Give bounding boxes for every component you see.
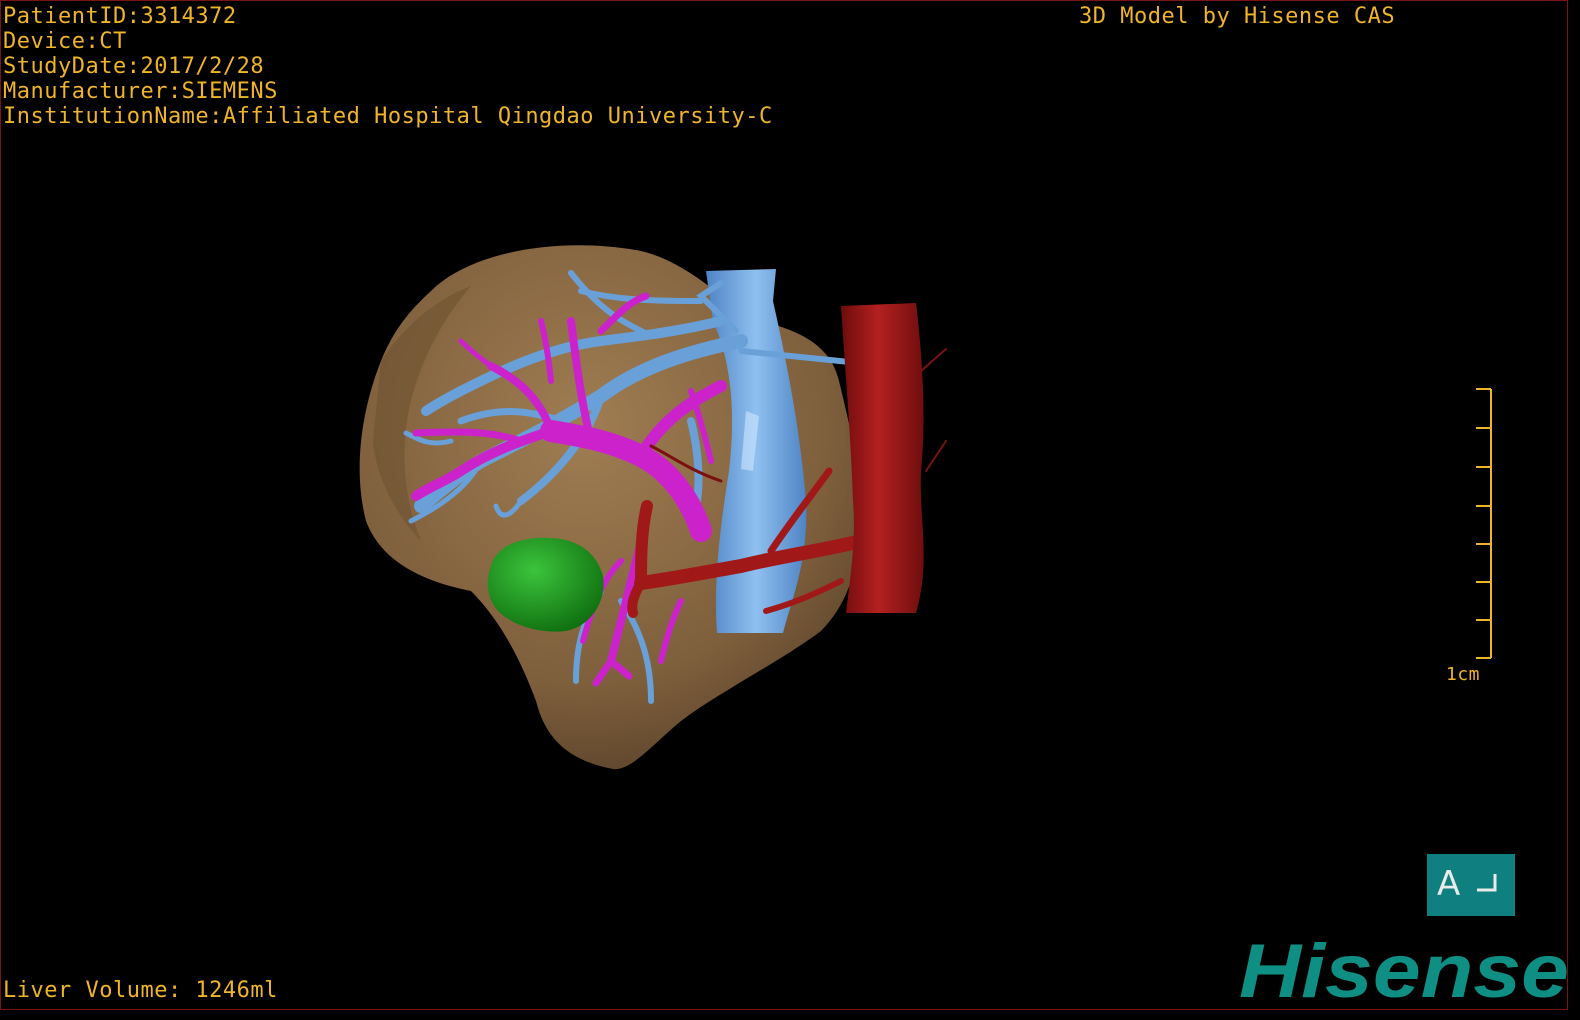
aorta	[841, 303, 924, 613]
render-viewport[interactable]: PatientID:3314372 Device:CT StudyDate:2017…	[0, 0, 1569, 1010]
scale-bar	[1476, 388, 1492, 659]
brand-caption: 3D Model by Hisense CAS	[1079, 4, 1396, 29]
orientation-letter: A	[1437, 864, 1461, 904]
institution-name: InstitutionName:Affiliated Hospital Qing…	[3, 104, 773, 129]
study-date: StudyDate:2017/2/28	[3, 54, 265, 79]
patient-id: PatientID:3314372	[3, 4, 237, 29]
manufacturer: Manufacturer:SIEMENS	[3, 79, 278, 104]
liver-volume: Liver Volume: 1246ml	[3, 978, 278, 1003]
orientation-cube-icon[interactable]: A	[1427, 854, 1515, 916]
orientation-corner-icon	[1477, 874, 1497, 892]
liver-3d-model[interactable]	[341, 231, 981, 791]
device: Device:CT	[3, 29, 127, 54]
hisense-logo: Hisense	[1239, 931, 1569, 1007]
svg-text:Hisense: Hisense	[1239, 931, 1569, 1007]
scale-label: 1cm	[1446, 664, 1481, 685]
dicom-info: PatientID:3314372 Device:CT StudyDate:2017…	[3, 4, 773, 129]
